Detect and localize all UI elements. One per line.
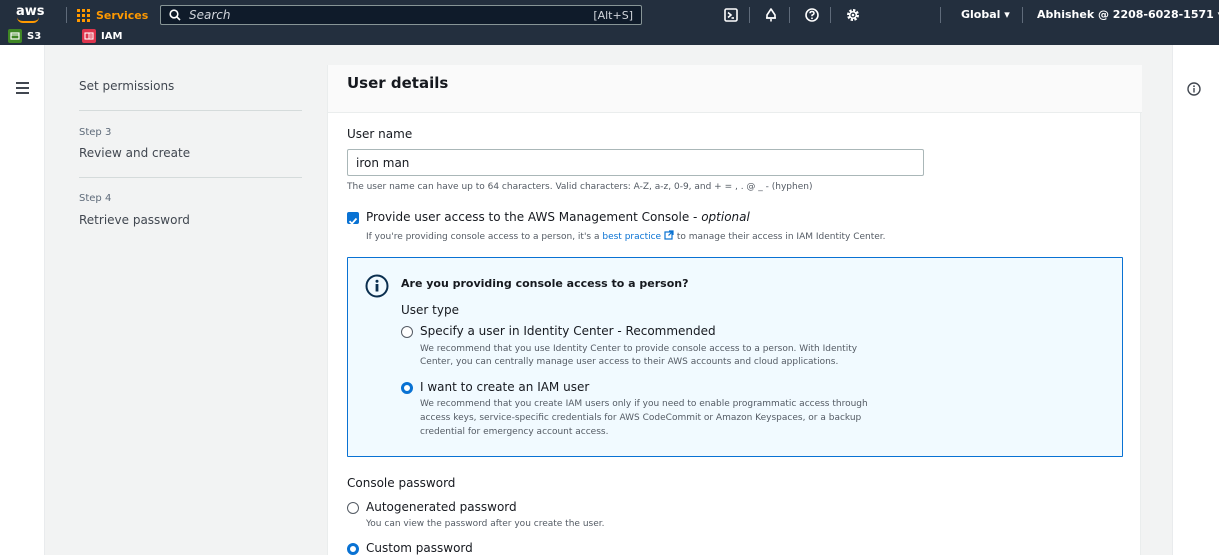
step-3-label[interactable]: Review and create bbox=[79, 146, 190, 160]
left-rail bbox=[0, 45, 45, 555]
wizard-steps-nav: Set permissions Step 3 Review and create… bbox=[45, 45, 327, 555]
iam-user-option-label[interactable]: I want to create an IAM user bbox=[420, 380, 589, 394]
panel-title: User details bbox=[347, 74, 449, 92]
services-label: Services bbox=[96, 8, 149, 22]
step-4-number: Step 4 bbox=[79, 193, 112, 204]
step-2-label[interactable]: Set permissions bbox=[79, 79, 174, 93]
checkmark-icon bbox=[348, 217, 358, 225]
identity-center-radio[interactable] bbox=[401, 326, 413, 338]
step-divider bbox=[79, 110, 302, 111]
autogenerated-password-desc: You can view the password after you crea… bbox=[366, 519, 605, 529]
username-input[interactable] bbox=[347, 149, 924, 176]
iam-user-option-desc: We recommend that you create IAM users o… bbox=[420, 399, 868, 409]
console-access-label-text: Provide user access to the AWS Managemen… bbox=[366, 210, 702, 224]
console-access-hint: If you're providing console access to a … bbox=[366, 230, 886, 242]
autogenerated-password-label[interactable]: Autogenerated password bbox=[366, 500, 517, 514]
step-3-number: Step 3 bbox=[79, 127, 112, 138]
search-icon bbox=[169, 9, 181, 21]
console-password-label: Console password bbox=[347, 476, 456, 490]
favorite-s3[interactable]: S3 bbox=[8, 29, 41, 43]
username-hint: The user name can have up to 64 characte… bbox=[347, 182, 813, 192]
optional-tag: optional bbox=[701, 210, 750, 224]
right-rail bbox=[1172, 45, 1219, 555]
aws-logo[interactable]: aws bbox=[16, 5, 45, 25]
divider bbox=[940, 7, 941, 23]
divider bbox=[1022, 7, 1023, 23]
hint-text: to manage their access in IAM Identity C… bbox=[673, 232, 886, 242]
hint-text: If you're providing console access to a … bbox=[366, 232, 603, 242]
divider bbox=[830, 7, 831, 23]
console-access-info-box: Are you providing console access to a pe… bbox=[347, 257, 1123, 457]
help-icon[interactable] bbox=[804, 7, 820, 23]
favorite-iam[interactable]: IAM bbox=[82, 29, 122, 43]
services-grid-icon bbox=[77, 8, 90, 22]
custom-password-radio[interactable] bbox=[347, 543, 359, 555]
identity-center-option-label[interactable]: Specify a user in Identity Center - Reco… bbox=[420, 324, 716, 338]
iam-icon bbox=[82, 29, 96, 43]
divider bbox=[749, 7, 750, 23]
aws-smile-icon bbox=[17, 17, 39, 23]
region-selector[interactable]: Global ▾ bbox=[961, 8, 1010, 21]
step-4-label[interactable]: Retrieve password bbox=[79, 213, 190, 227]
iam-user-option-desc: access keys, service-specific credential… bbox=[420, 413, 862, 423]
top-navigation-bar: aws Services [Alt+S] Global ▾ A bbox=[0, 0, 1219, 45]
search-bar[interactable]: [Alt+S] bbox=[160, 5, 642, 25]
console-access-checkbox[interactable] bbox=[347, 212, 359, 225]
menu-hamburger-icon[interactable] bbox=[16, 82, 29, 94]
services-menu-button[interactable]: Services bbox=[77, 6, 148, 24]
s3-icon bbox=[8, 29, 22, 43]
user-details-panel: User details User name The user name can… bbox=[327, 65, 1142, 555]
step-divider bbox=[79, 177, 302, 178]
divider bbox=[789, 7, 790, 23]
info-icon bbox=[365, 274, 389, 298]
identity-center-option-desc: Center, you can centrally manage user ac… bbox=[420, 357, 839, 367]
divider bbox=[66, 7, 67, 23]
iam-user-radio[interactable] bbox=[401, 382, 413, 394]
cloudshell-icon[interactable] bbox=[723, 7, 739, 23]
search-shortcut-hint: [Alt+S] bbox=[593, 8, 633, 22]
info-box-title: Are you providing console access to a pe… bbox=[401, 277, 689, 290]
console-access-label[interactable]: Provide user access to the AWS Managemen… bbox=[366, 210, 750, 224]
username-label: User name bbox=[347, 127, 413, 141]
best-practice-link[interactable]: best practice bbox=[602, 232, 661, 242]
favorite-iam-label: IAM bbox=[101, 30, 123, 42]
user-type-label: User type bbox=[401, 303, 459, 317]
favorite-s3-label: S3 bbox=[27, 30, 42, 42]
iam-user-option-desc: credential for emergency account access. bbox=[420, 427, 609, 437]
account-menu[interactable]: Abhishek @ 2208-6028-1571 ▾ bbox=[1037, 8, 1219, 21]
autogenerated-password-radio[interactable] bbox=[347, 502, 359, 514]
external-link-icon[interactable] bbox=[664, 230, 674, 240]
panel-header: User details bbox=[328, 65, 1142, 113]
identity-center-option-desc: We recommend that you use Identity Cente… bbox=[420, 344, 858, 354]
info-panel-icon[interactable] bbox=[1187, 82, 1201, 96]
search-input[interactable] bbox=[189, 8, 594, 22]
notifications-bell-icon[interactable] bbox=[763, 7, 779, 23]
custom-password-label[interactable]: Custom password bbox=[366, 541, 473, 555]
settings-gear-icon[interactable] bbox=[845, 7, 861, 23]
